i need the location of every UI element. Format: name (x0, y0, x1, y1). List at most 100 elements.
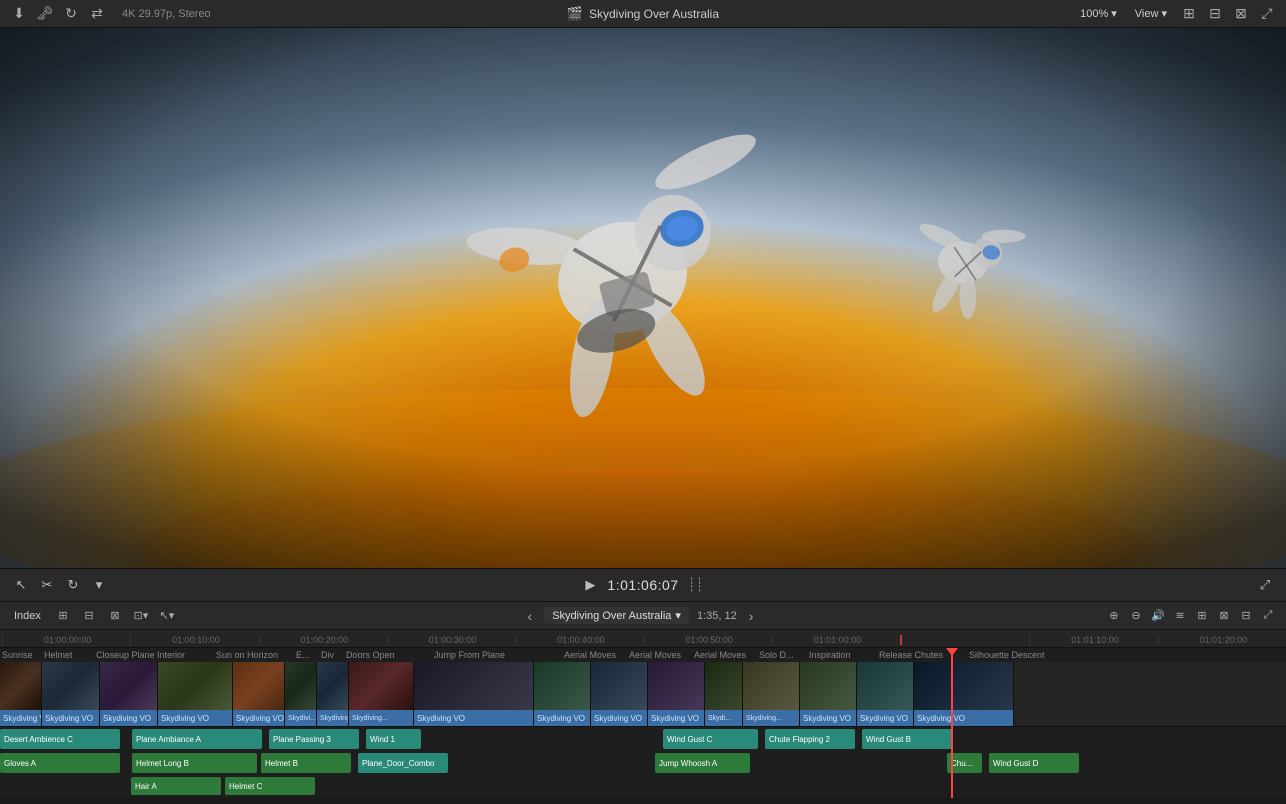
timeline-tracks[interactable]: Sunrise Helmet Closeup Plane Interior Su… (0, 648, 1286, 798)
clip-14-label: Skydiving... (743, 710, 799, 726)
clip-13-label: Skydi... (705, 710, 742, 726)
clip-11[interactable]: Skydiving VO (591, 662, 648, 726)
clip-17-label: Skydiving VO (914, 710, 1013, 726)
timeline-next-btn[interactable]: › (745, 606, 758, 626)
select-tool-btn[interactable]: ↖ (10, 574, 32, 596)
sync-tool-btn[interactable]: ↻ (62, 574, 84, 596)
clip-10[interactable]: Skydiving VO (534, 662, 591, 726)
project-selector[interactable]: Skydiving Over Australia ▾ (544, 607, 689, 624)
clip-label-doors: Doors Open (344, 650, 424, 660)
fullscreen-icon[interactable]: ⤢ (1258, 5, 1276, 23)
chute-flapping-2[interactable]: Chute Flapping 2 (765, 729, 855, 749)
clip-17[interactable]: Skydiving VO (914, 662, 1014, 726)
timeline-header-center: ‹ Skydiving Over Australia ▾ 1:35, 12 › (183, 606, 1098, 626)
clip-8-label: Skydiving... (349, 710, 413, 726)
plane-ambiance-a[interactable]: Plane Ambiance A (132, 729, 262, 749)
clip-15[interactable]: Skydiving VO (800, 662, 857, 726)
ctrl-right-group: ⤢ (1254, 574, 1276, 596)
wind-1[interactable]: Wind 1 (366, 729, 421, 749)
video-vignette (0, 28, 1286, 568)
keyword-icon[interactable]: 🗝 (36, 5, 54, 23)
audio-track-1: Desert Ambience C Plane Ambiance A Plane… (0, 727, 1286, 751)
clip-3-label: Skydiving VO (100, 710, 157, 726)
tl-layout1-icon[interactable]: ⊞ (1192, 606, 1212, 626)
zoom-level-btn[interactable]: 100% ▾ (1075, 5, 1122, 22)
tl-grid3-icon[interactable]: ⊠ (105, 606, 125, 626)
audio-track-3: Hair A Helmet C (0, 775, 1286, 797)
clip-1[interactable]: Skydiving VO (0, 662, 42, 726)
film-icon: 🎬 (567, 6, 583, 22)
clip-12-label: Skydiving VO (648, 710, 704, 726)
play-btn[interactable]: ▶ (579, 574, 601, 596)
import-icon[interactable]: ⬇ (10, 5, 28, 23)
timeline-header-left: Index ⊞ ⊟ ⊠ ⊡▾ ↖▾ (8, 606, 177, 626)
gloves-a[interactable]: Gloves A (0, 753, 120, 773)
tl-dropdown1-icon[interactable]: ⊡▾ (131, 606, 151, 626)
expand-timeline-icon[interactable]: ⤢ (1254, 574, 1276, 596)
clip-label-helmet: Helmet (42, 650, 84, 660)
plane-passing-3[interactable]: Plane Passing 3 (269, 729, 359, 749)
timeline-area: Index ⊞ ⊟ ⊠ ⊡▾ ↖▾ ‹ Skydiving Over Austr… (0, 602, 1286, 798)
grid2-icon[interactable]: ⊟ (1206, 5, 1224, 23)
clip-label-e: E... (294, 650, 319, 660)
clip-14[interactable]: Skydiving... (743, 662, 800, 726)
tl-grid2-icon[interactable]: ⊟ (79, 606, 99, 626)
wind-gust-c[interactable]: Wind Gust C (663, 729, 758, 749)
view-btn[interactable]: View ▾ (1130, 5, 1172, 22)
timecode-marker-icon: ┊┊ (685, 574, 707, 596)
index-button[interactable]: Index (8, 608, 47, 624)
blade-tool-btn[interactable]: ✂ (36, 574, 58, 596)
timeline-prev-btn[interactable]: ‹ (524, 606, 537, 626)
chu[interactable]: Chu... (947, 753, 982, 773)
clip-9-label: Skydiving VO (414, 710, 533, 726)
wind-gust-b[interactable]: Wind Gust B (862, 729, 952, 749)
helmet-c[interactable]: Helmet C (225, 777, 315, 795)
helmet-long-b[interactable]: Helmet Long B (132, 753, 257, 773)
clip-16-label: Skydiving VO (857, 710, 913, 726)
clip-13[interactable]: Skydi... (705, 662, 743, 726)
tl-layout2-icon[interactable]: ⊠ (1214, 606, 1234, 626)
clip-9[interactable]: Skydiving VO (414, 662, 534, 726)
desert-ambience-c[interactable]: Desert Ambience C (0, 729, 120, 749)
hair-a[interactable]: Hair A (131, 777, 221, 795)
clip-label-sun: Sun on Horizon (214, 650, 294, 660)
ruler-mark-8: 01:01:10:00 (1029, 635, 1157, 645)
clip-10-label: Skydiving VO (534, 710, 590, 726)
clip-2[interactable]: Skydiving VO (42, 662, 100, 726)
tl-expand-icon[interactable]: ⤢ (1258, 606, 1278, 626)
toolbar-right: 100% ▾ View ▾ ⊞ ⊟ ⊠ ⤢ (1075, 5, 1276, 23)
controls-bar: ↖ ✂ ↻ ▾ ▶ 1:01:06:07 ┊┊ ⤢ (0, 568, 1286, 602)
tl-grid1-icon[interactable]: ⊞ (53, 606, 73, 626)
ruler-mark-9: 01:01:20:00 (1158, 635, 1286, 645)
video-info-label: 4K 29.97p, Stereo (122, 8, 211, 20)
clip-3[interactable]: Skydiving VO (100, 662, 158, 726)
wind-gust-d[interactable]: Wind Gust D (989, 753, 1079, 773)
plane-door-combo[interactable]: Plane_Door_Combo (358, 753, 448, 773)
grid1-icon[interactable]: ⊞ (1180, 5, 1198, 23)
music-track-row: Music Track Music Track Music Track (0, 797, 1286, 798)
tl-select-icon[interactable]: ↖▾ (157, 606, 177, 626)
timeline-ruler: 01:00:00:00 01:00:10:00 01:00:20:00 01:0… (0, 630, 1286, 648)
clip-7[interactable]: Skydiving... (317, 662, 349, 726)
clip-8[interactable]: Skydiving... (349, 662, 414, 726)
clip-label-closeup: Closeup Plane Interior (94, 650, 214, 660)
transfer-icon[interactable]: ⇄ (88, 5, 106, 23)
ruler-mark-0: 01:00:00:00 (2, 635, 130, 645)
tl-zoom-out-icon[interactable]: ⊖ (1126, 606, 1146, 626)
clip-6[interactable]: Skydivi... (285, 662, 317, 726)
clip-5[interactable]: Skydiving VO (233, 662, 285, 726)
tl-layout3-icon[interactable]: ⊟ (1236, 606, 1256, 626)
grid3-icon[interactable]: ⊠ (1232, 5, 1250, 23)
tl-speaker-icon[interactable]: 🔊 (1148, 606, 1168, 626)
clip-12[interactable]: Skydiving VO (648, 662, 705, 726)
tl-waveform-icon[interactable]: ≋ (1170, 606, 1190, 626)
helmet-b[interactable]: Helmet B (261, 753, 351, 773)
sync-icon[interactable]: ↻ (62, 5, 80, 23)
clip-16[interactable]: Skydiving VO (857, 662, 914, 726)
tl-zoom-in-icon[interactable]: ⊕ (1104, 606, 1124, 626)
clip-4-label: Skydiving VO (158, 710, 232, 726)
timeline-header: Index ⊞ ⊟ ⊠ ⊡▾ ↖▾ ‹ Skydiving Over Austr… (0, 602, 1286, 630)
clip-4[interactable]: Skydiving VO (158, 662, 233, 726)
jump-whoosh-a[interactable]: Jump Whoosh A (655, 753, 750, 773)
tool-chevron-icon[interactable]: ▾ (88, 574, 110, 596)
